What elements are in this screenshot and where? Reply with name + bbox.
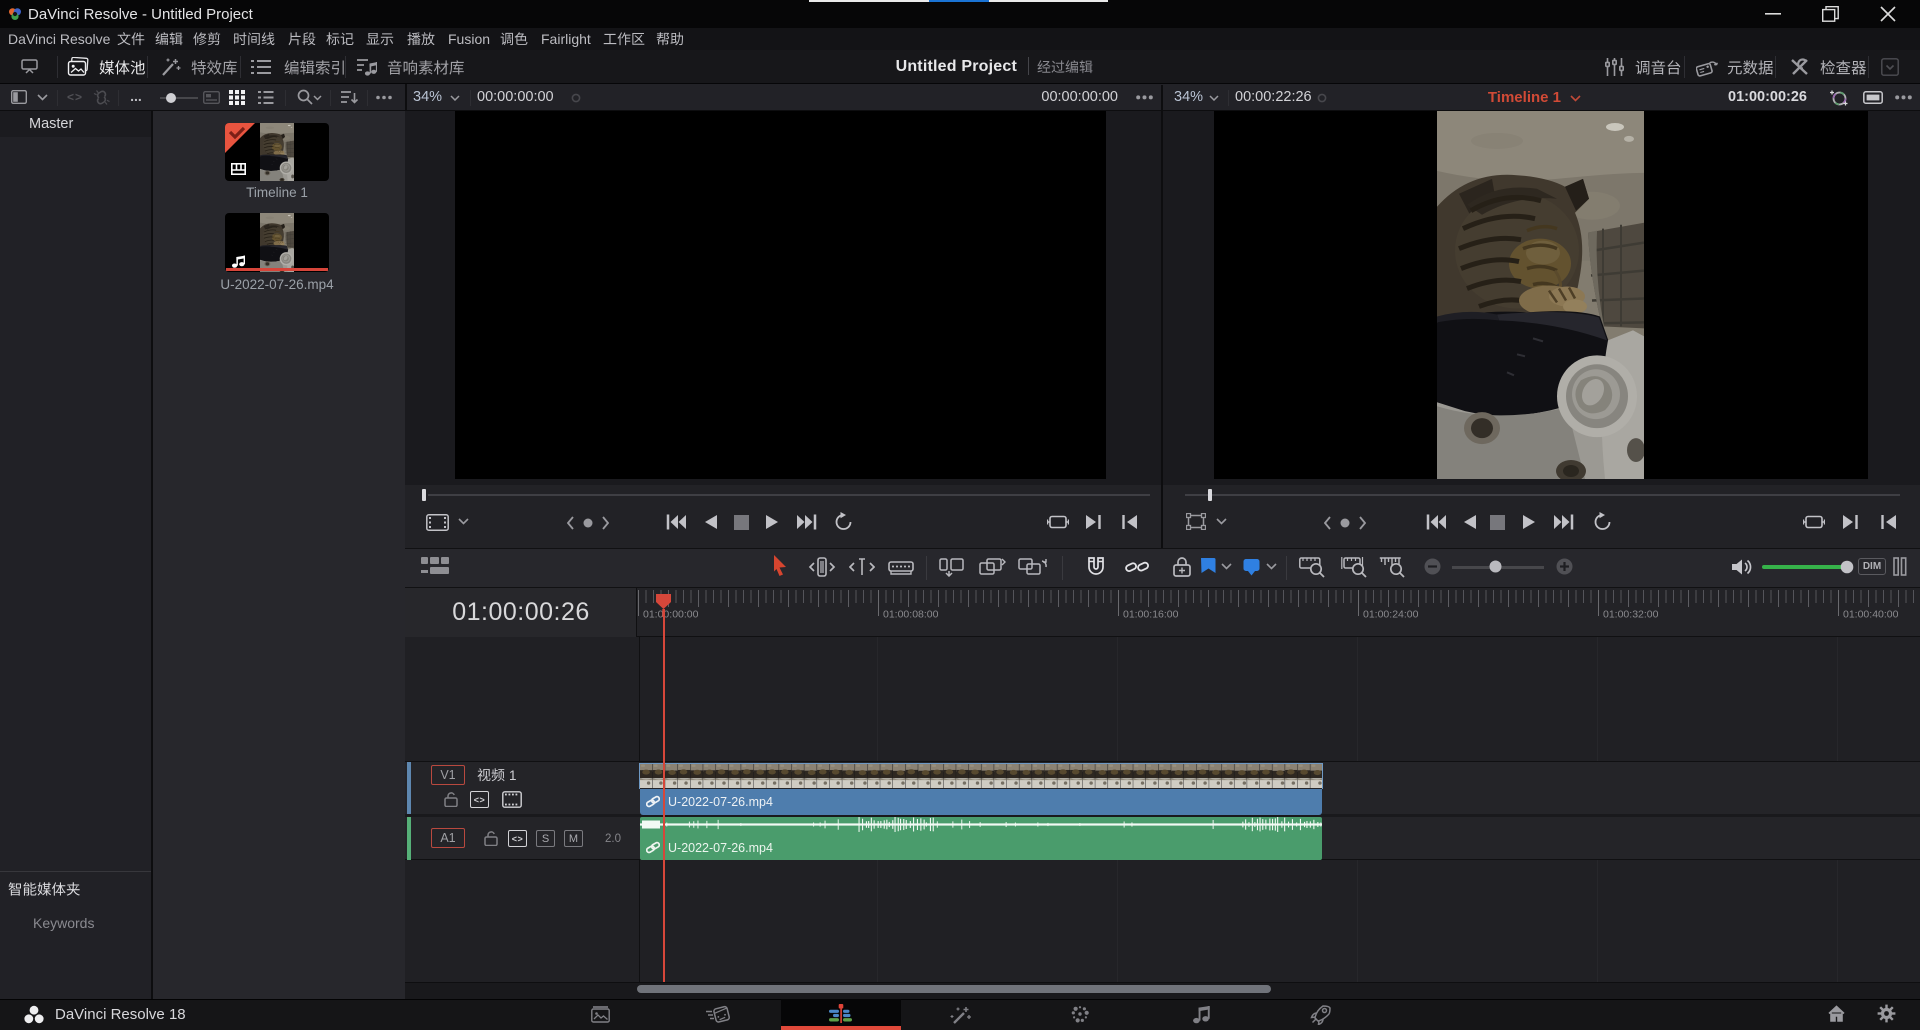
svg-text:01:00:24:00: 01:00:24:00 <box>1363 609 1419 621</box>
svg-text:01:00:08:00: 01:00:08:00 <box>883 609 939 621</box>
svg-text:01:00:32:00: 01:00:32:00 <box>1603 609 1659 621</box>
svg-text:01:00:40:00: 01:00:40:00 <box>1843 609 1899 621</box>
svg-text:01:00:16:00: 01:00:16:00 <box>1123 609 1179 621</box>
